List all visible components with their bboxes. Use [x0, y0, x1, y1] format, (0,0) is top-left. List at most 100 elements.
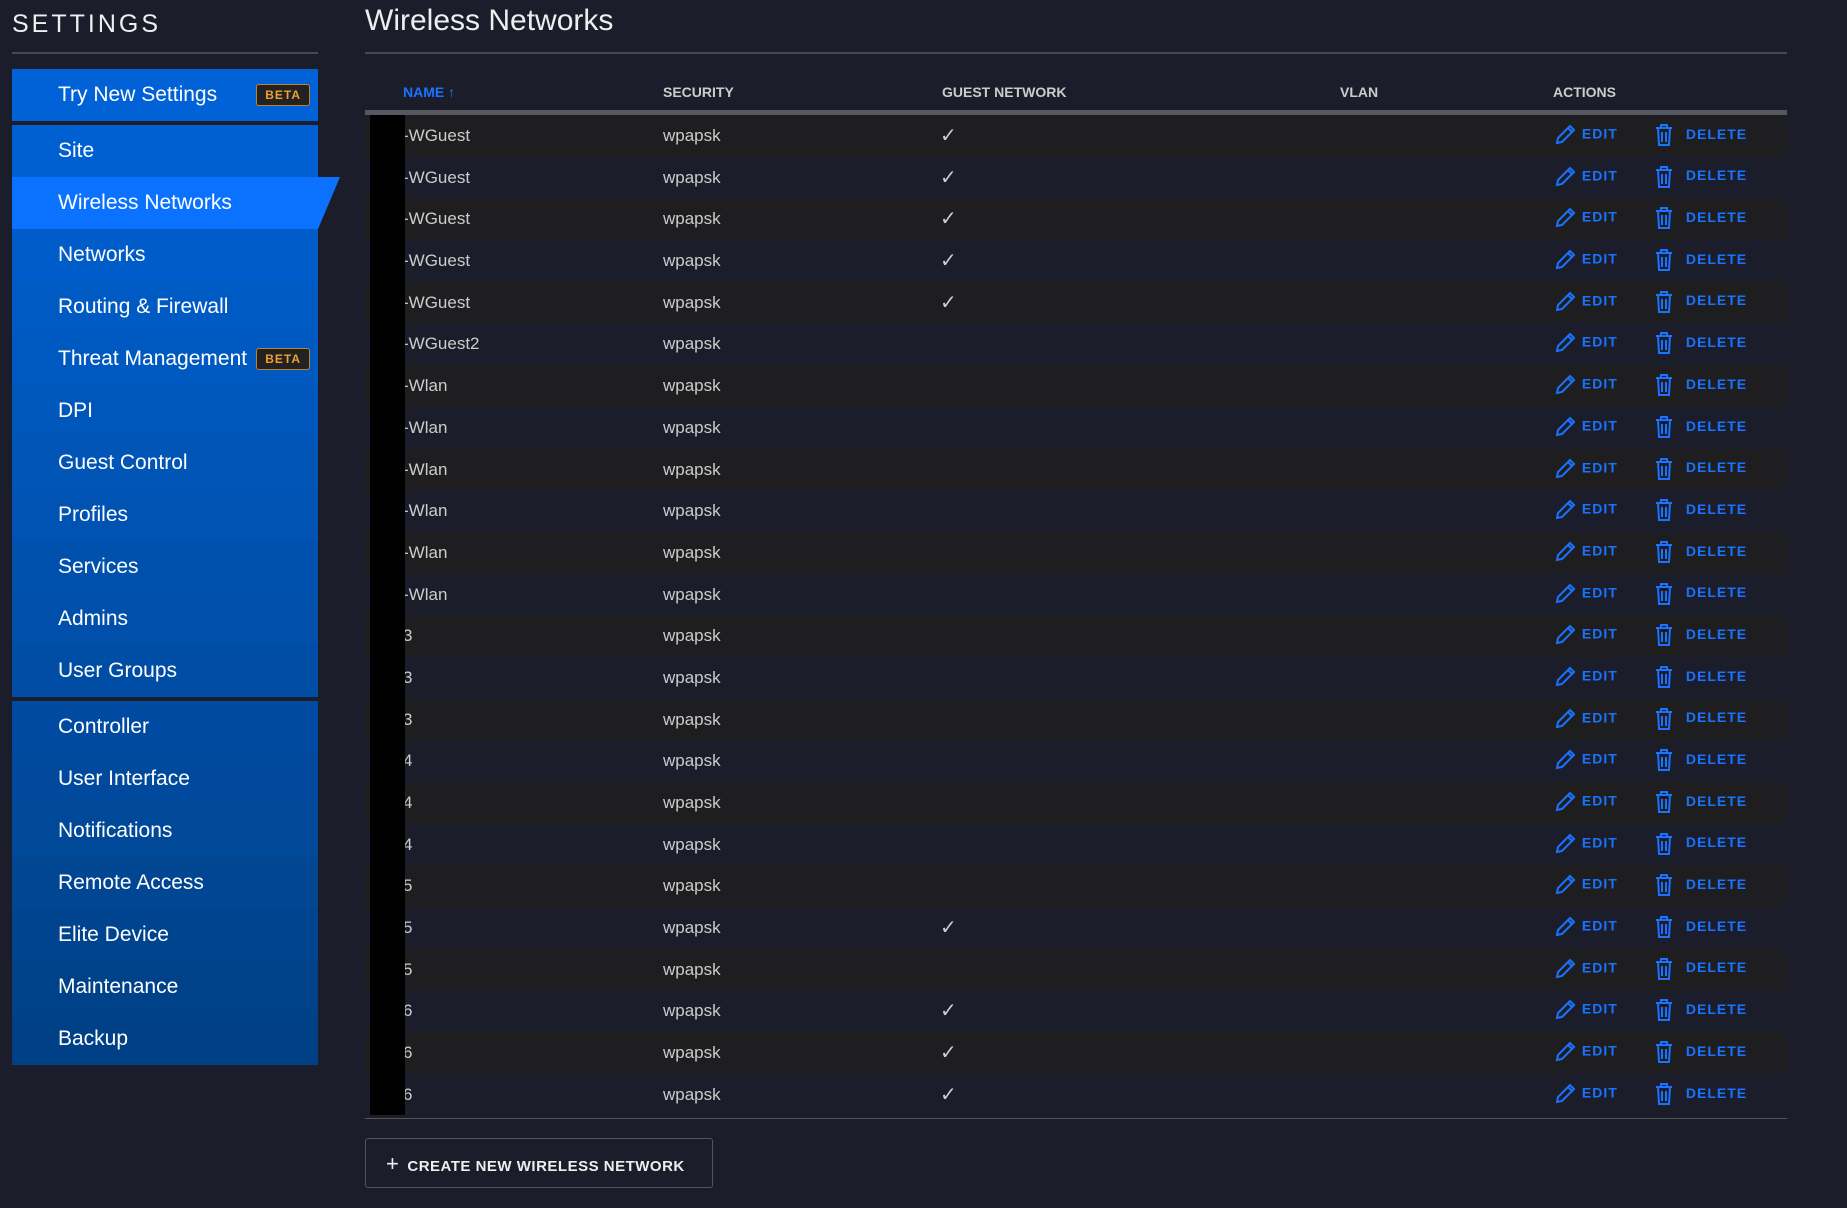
- delete-button[interactable]: DELETE: [1653, 457, 1747, 481]
- delete-label: DELETE: [1685, 334, 1748, 351]
- beta-badge: BETA: [256, 348, 310, 370]
- delete-button[interactable]: DELETE: [1653, 165, 1747, 189]
- pencil-icon: [1553, 874, 1577, 895]
- pencil-icon: [1553, 249, 1577, 270]
- delete-button[interactable]: DELETE: [1653, 1040, 1747, 1064]
- delete-button[interactable]: DELETE: [1653, 415, 1747, 439]
- security-value: wpapsk: [663, 1043, 721, 1063]
- pencil-icon: [1553, 1083, 1577, 1104]
- edit-button[interactable]: EDIT: [1553, 206, 1618, 230]
- divider: [365, 1118, 1787, 1119]
- delete-label: DELETE: [1685, 959, 1748, 976]
- edit-label: EDIT: [1581, 751, 1618, 768]
- sidebar-item-user-groups[interactable]: User Groups: [12, 645, 318, 697]
- edit-button[interactable]: EDIT: [1553, 498, 1618, 522]
- delete-button[interactable]: DELETE: [1653, 206, 1747, 230]
- edit-label: EDIT: [1581, 209, 1618, 226]
- edit-button[interactable]: EDIT: [1553, 957, 1618, 981]
- edit-button[interactable]: EDIT: [1553, 832, 1618, 856]
- pencil-icon: [1553, 791, 1577, 812]
- column-guest-network[interactable]: GUEST NETWORK: [942, 84, 1066, 100]
- sidebar-item-label: Routing & Firewall: [58, 295, 229, 318]
- table-row: -WGuest wpapsk ✓ EDIT DELETE: [365, 281, 1787, 324]
- security-value: wpapsk: [663, 501, 721, 521]
- delete-button[interactable]: DELETE: [1653, 248, 1747, 272]
- delete-button[interactable]: DELETE: [1653, 623, 1747, 647]
- sidebar-item-dpi[interactable]: DPI: [12, 385, 318, 437]
- edit-label: EDIT: [1581, 667, 1618, 684]
- column-name[interactable]: NAME ↑: [403, 84, 455, 100]
- edit-label: EDIT: [1581, 1042, 1618, 1059]
- edit-button[interactable]: EDIT: [1553, 373, 1618, 397]
- sidebar-item-notifications[interactable]: Notifications: [12, 805, 318, 857]
- delete-label: DELETE: [1685, 1001, 1748, 1018]
- column-security[interactable]: SECURITY: [663, 84, 734, 100]
- delete-button[interactable]: DELETE: [1653, 957, 1747, 981]
- sidebar-item-profiles[interactable]: Profiles: [12, 489, 318, 541]
- delete-button[interactable]: DELETE: [1653, 707, 1747, 731]
- edit-button[interactable]: EDIT: [1553, 331, 1618, 355]
- edit-button[interactable]: EDIT: [1553, 123, 1618, 147]
- edit-button[interactable]: EDIT: [1553, 665, 1618, 689]
- delete-button[interactable]: DELETE: [1653, 873, 1747, 897]
- sidebar-item-try-new-settings[interactable]: Try New Settings BETA: [12, 69, 318, 121]
- edit-button[interactable]: EDIT: [1553, 165, 1618, 189]
- table-row: 4 wpapsk EDIT DELETE: [365, 824, 1787, 866]
- edit-button[interactable]: EDIT: [1553, 415, 1618, 439]
- delete-button[interactable]: DELETE: [1653, 665, 1747, 689]
- security-value: wpapsk: [663, 667, 721, 687]
- sidebar-item-controller[interactable]: Controller: [12, 701, 318, 753]
- edit-button[interactable]: EDIT: [1553, 1082, 1618, 1106]
- delete-button[interactable]: DELETE: [1653, 373, 1747, 397]
- edit-button[interactable]: EDIT: [1553, 582, 1618, 606]
- edit-button[interactable]: EDIT: [1553, 623, 1618, 647]
- sidebar-item-backup[interactable]: Backup: [12, 1013, 318, 1065]
- edit-label: EDIT: [1581, 1001, 1618, 1018]
- delete-button[interactable]: DELETE: [1653, 498, 1747, 522]
- edit-button[interactable]: EDIT: [1553, 290, 1618, 314]
- wireless-networks-table: NAME ↑ SECURITY GUEST NETWORK VLAN ACTIO…: [365, 84, 1787, 1116]
- sidebar-item-services[interactable]: Services: [12, 541, 318, 593]
- delete-button[interactable]: DELETE: [1653, 748, 1747, 772]
- edit-button[interactable]: EDIT: [1553, 748, 1618, 772]
- create-new-wireless-network-button[interactable]: + CREATE NEW WIRELESS NETWORK: [365, 1138, 713, 1188]
- delete-button[interactable]: DELETE: [1653, 123, 1747, 147]
- edit-button[interactable]: EDIT: [1553, 1040, 1618, 1064]
- edit-button[interactable]: EDIT: [1553, 790, 1618, 814]
- sidebar-item-threat-management[interactable]: Threat Management BETA: [12, 333, 318, 385]
- sidebar-item-site[interactable]: Site: [12, 125, 318, 177]
- edit-button[interactable]: EDIT: [1553, 248, 1618, 272]
- edit-button[interactable]: EDIT: [1553, 915, 1618, 939]
- delete-label: DELETE: [1685, 834, 1748, 851]
- delete-button[interactable]: DELETE: [1653, 582, 1747, 606]
- sidebar-item-elite-device[interactable]: Elite Device: [12, 909, 318, 961]
- sidebar-item-admins[interactable]: Admins: [12, 593, 318, 645]
- column-vlan[interactable]: VLAN: [1340, 84, 1378, 100]
- delete-button[interactable]: DELETE: [1653, 915, 1747, 939]
- delete-button[interactable]: DELETE: [1653, 540, 1747, 564]
- sidebar-item-remote-access[interactable]: Remote Access: [12, 857, 318, 909]
- trash-icon: [1653, 1082, 1675, 1105]
- divider: [365, 52, 1787, 54]
- edit-button[interactable]: EDIT: [1553, 873, 1618, 897]
- edit-label: EDIT: [1581, 250, 1618, 267]
- delete-button[interactable]: DELETE: [1653, 790, 1747, 814]
- edit-button[interactable]: EDIT: [1553, 457, 1618, 481]
- delete-button[interactable]: DELETE: [1653, 832, 1747, 856]
- edit-button[interactable]: EDIT: [1553, 998, 1618, 1022]
- delete-button[interactable]: DELETE: [1653, 331, 1747, 355]
- sidebar-item-wireless-networks[interactable]: Wireless Networks: [12, 177, 340, 229]
- sidebar-item-maintenance[interactable]: Maintenance: [12, 961, 318, 1013]
- sidebar-item-networks[interactable]: Networks: [12, 229, 318, 281]
- sidebar-item-user-interface[interactable]: User Interface: [12, 753, 318, 805]
- edit-button[interactable]: EDIT: [1553, 707, 1618, 731]
- delete-button[interactable]: DELETE: [1653, 290, 1747, 314]
- table-header: NAME ↑ SECURITY GUEST NETWORK VLAN ACTIO…: [365, 84, 1787, 115]
- network-name: -Wlan: [403, 501, 448, 521]
- delete-label: DELETE: [1685, 917, 1748, 934]
- edit-button[interactable]: EDIT: [1553, 540, 1618, 564]
- delete-button[interactable]: DELETE: [1653, 998, 1747, 1022]
- sidebar-item-routing-firewall[interactable]: Routing & Firewall: [12, 281, 318, 333]
- delete-button[interactable]: DELETE: [1653, 1082, 1747, 1106]
- sidebar-item-guest-control[interactable]: Guest Control: [12, 437, 318, 489]
